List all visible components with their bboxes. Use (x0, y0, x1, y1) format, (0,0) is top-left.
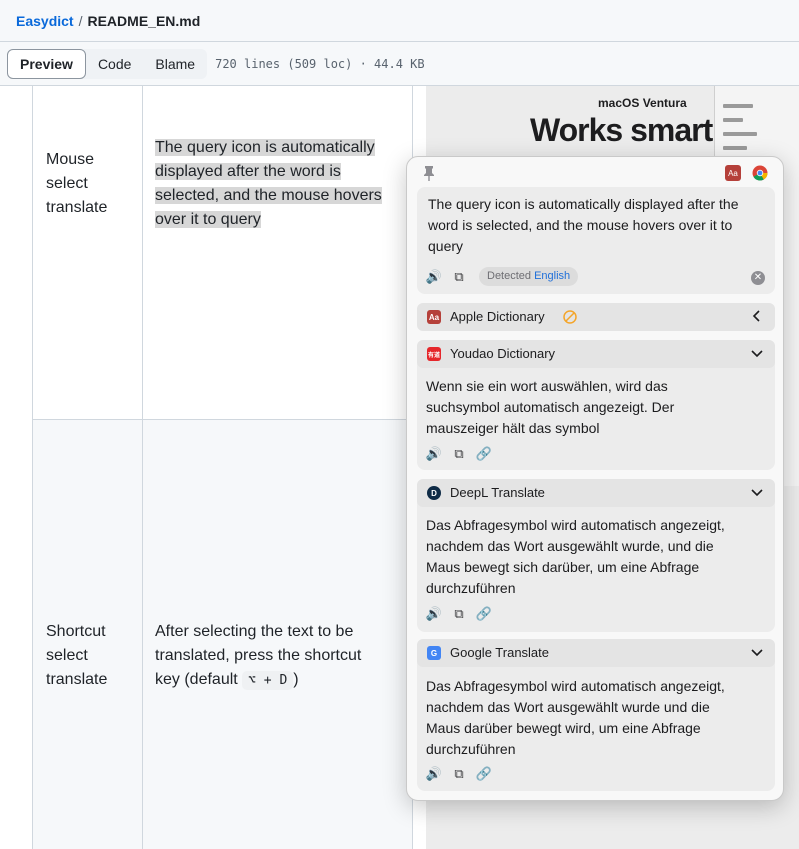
table-border (142, 86, 143, 849)
result-line: durchzuführen (426, 741, 516, 757)
cell-line: translate (46, 199, 108, 216)
clear-icon[interactable]: ✕ (751, 271, 765, 285)
result-line: Das Abfragesymbol wird automatisch angez… (426, 517, 725, 533)
copy-icon[interactable]: ⧉ (451, 606, 467, 622)
query-card: The query icon is automatically displaye… (417, 187, 775, 294)
file-name: README_EN.md (87, 12, 201, 29)
youdao-result: Wenn sie ein wort auswählen, wird das su… (426, 376, 766, 439)
result-line: Das Abfragesymbol wird automatisch angez… (426, 678, 725, 694)
detected-language-badge: Detected English (479, 267, 579, 286)
file-view-toolbar: Preview Code Blame 720 lines (509 loc) ·… (0, 42, 799, 86)
speaker-icon[interactable]: 🔊 (426, 606, 442, 622)
cell-line: displayed after the word is (155, 163, 341, 180)
cell-line: Mouse (46, 151, 95, 168)
service-name: Youdao Dictionary (450, 346, 556, 361)
cell-line: over it to query (155, 211, 261, 228)
service-header-youdao[interactable]: 有道 Youdao Dictionary (417, 340, 775, 368)
table-cell-feature: Shortcut select translate (46, 620, 107, 692)
result-line: nachdem das Wort ausgewählt wurde und di… (426, 699, 710, 715)
cell-line: The query icon is automatically (155, 139, 375, 156)
view-mode-switch: Preview Code Blame (7, 48, 208, 79)
chevron-down-icon[interactable] (749, 644, 765, 660)
copy-icon[interactable]: ⧉ (451, 446, 467, 462)
copy-icon[interactable]: ⧉ (451, 766, 467, 782)
service-header-google[interactable]: G Google Translate (417, 639, 775, 667)
detected-label: Detected (487, 270, 532, 282)
repo-link[interactable]: Easydict (16, 13, 74, 29)
breadcrumb: Easydict / README_EN.md (0, 0, 799, 42)
table-cell-description: The query icon is automatically displaye… (155, 136, 382, 232)
blame-tab[interactable]: Blame (143, 49, 207, 79)
table-border (32, 86, 33, 849)
service-header-apple-dictionary[interactable]: Aa Apple Dictionary (417, 303, 775, 331)
easydict-popup: Aa The query icon is automatically displ… (406, 156, 784, 801)
apple-dictionary-app-icon[interactable]: Aa (725, 165, 741, 181)
cell-text: key (default (155, 671, 243, 688)
link-icon[interactable]: 🔗 (476, 766, 492, 782)
query-text[interactable]: The query icon is automatically displaye… (428, 194, 766, 257)
deepl-result: Das Abfragesymbol wird automatisch angez… (426, 515, 766, 599)
cell-line: select (46, 647, 88, 664)
chevron-left-icon[interactable] (749, 308, 765, 324)
cell-line: After selecting the text to be (155, 623, 354, 640)
table-cell-feature: Mouse select translate (46, 148, 107, 220)
screenshot-subtitle: macOS Ventura (598, 96, 687, 110)
screenshot-title: Works smart (530, 112, 713, 148)
service-header-deepl[interactable]: D DeepL Translate (417, 479, 775, 507)
result-line: Maus bewegt sich darüber, um eine Abfrag… (426, 559, 700, 575)
youdao-logo-icon: 有道 (427, 347, 441, 361)
result-line: nachdem das Wort ausgewählt wurde, und d… (426, 538, 714, 554)
query-line: The query icon is automatically displaye… (428, 196, 739, 212)
google-translate-logo-icon: G (427, 646, 441, 660)
chevron-down-icon[interactable] (749, 484, 765, 500)
breadcrumb-separator: / (78, 12, 83, 29)
query-line: word is selected, and the mouse hovers o… (428, 217, 733, 233)
result-line: suchsymbol automatisch angezeigt. Der (426, 399, 675, 415)
code-tab[interactable]: Code (86, 49, 143, 79)
cell-line: translated, press the shortcut (155, 647, 362, 664)
table-cell-description: After selecting the text to be translate… (155, 620, 361, 693)
cell-line: Shortcut (46, 623, 106, 640)
shortcut-key: ⌥ + D (242, 671, 294, 690)
table-border (32, 419, 412, 420)
speaker-icon[interactable]: 🔊 (426, 446, 442, 462)
speaker-icon[interactable]: 🔊 (426, 766, 442, 782)
apple-dictionary-logo-icon: Aa (427, 310, 441, 324)
link-icon[interactable]: 🔗 (476, 446, 492, 462)
service-name: DeepL Translate (450, 485, 545, 500)
file-info: 720 lines (509 loc) · 44.4 KB (215, 56, 425, 71)
result-line: Maus darüber bewegt wird, um eine Abfrag… (426, 720, 701, 736)
cell-text: ) (293, 671, 299, 688)
google-result: Das Abfragesymbol wird automatisch angez… (426, 676, 766, 760)
result-line: durchzuführen (426, 580, 516, 596)
preview-tab[interactable]: Preview (7, 48, 86, 79)
copy-icon[interactable]: ⧉ (451, 269, 467, 285)
speaker-icon[interactable]: 🔊 (426, 269, 442, 285)
service-name: Apple Dictionary (450, 309, 545, 324)
chevron-down-icon[interactable] (749, 345, 765, 361)
service-name: Google Translate (450, 645, 550, 660)
result-line: Wenn sie ein wort auswählen, wird das (426, 378, 668, 394)
result-line: mauszeiger hält das symbol (426, 420, 600, 436)
chrome-icon[interactable] (752, 165, 768, 181)
detected-language: English (534, 270, 571, 282)
cell-line: selected, and the mouse hovers (155, 187, 382, 204)
cell-line: translate (46, 671, 108, 688)
query-line: query (428, 238, 464, 254)
pin-icon[interactable] (422, 165, 436, 181)
link-icon[interactable]: 🔗 (476, 606, 492, 622)
deepl-logo-icon: D (427, 486, 441, 500)
cell-line: select (46, 175, 88, 192)
disabled-icon (563, 310, 577, 324)
